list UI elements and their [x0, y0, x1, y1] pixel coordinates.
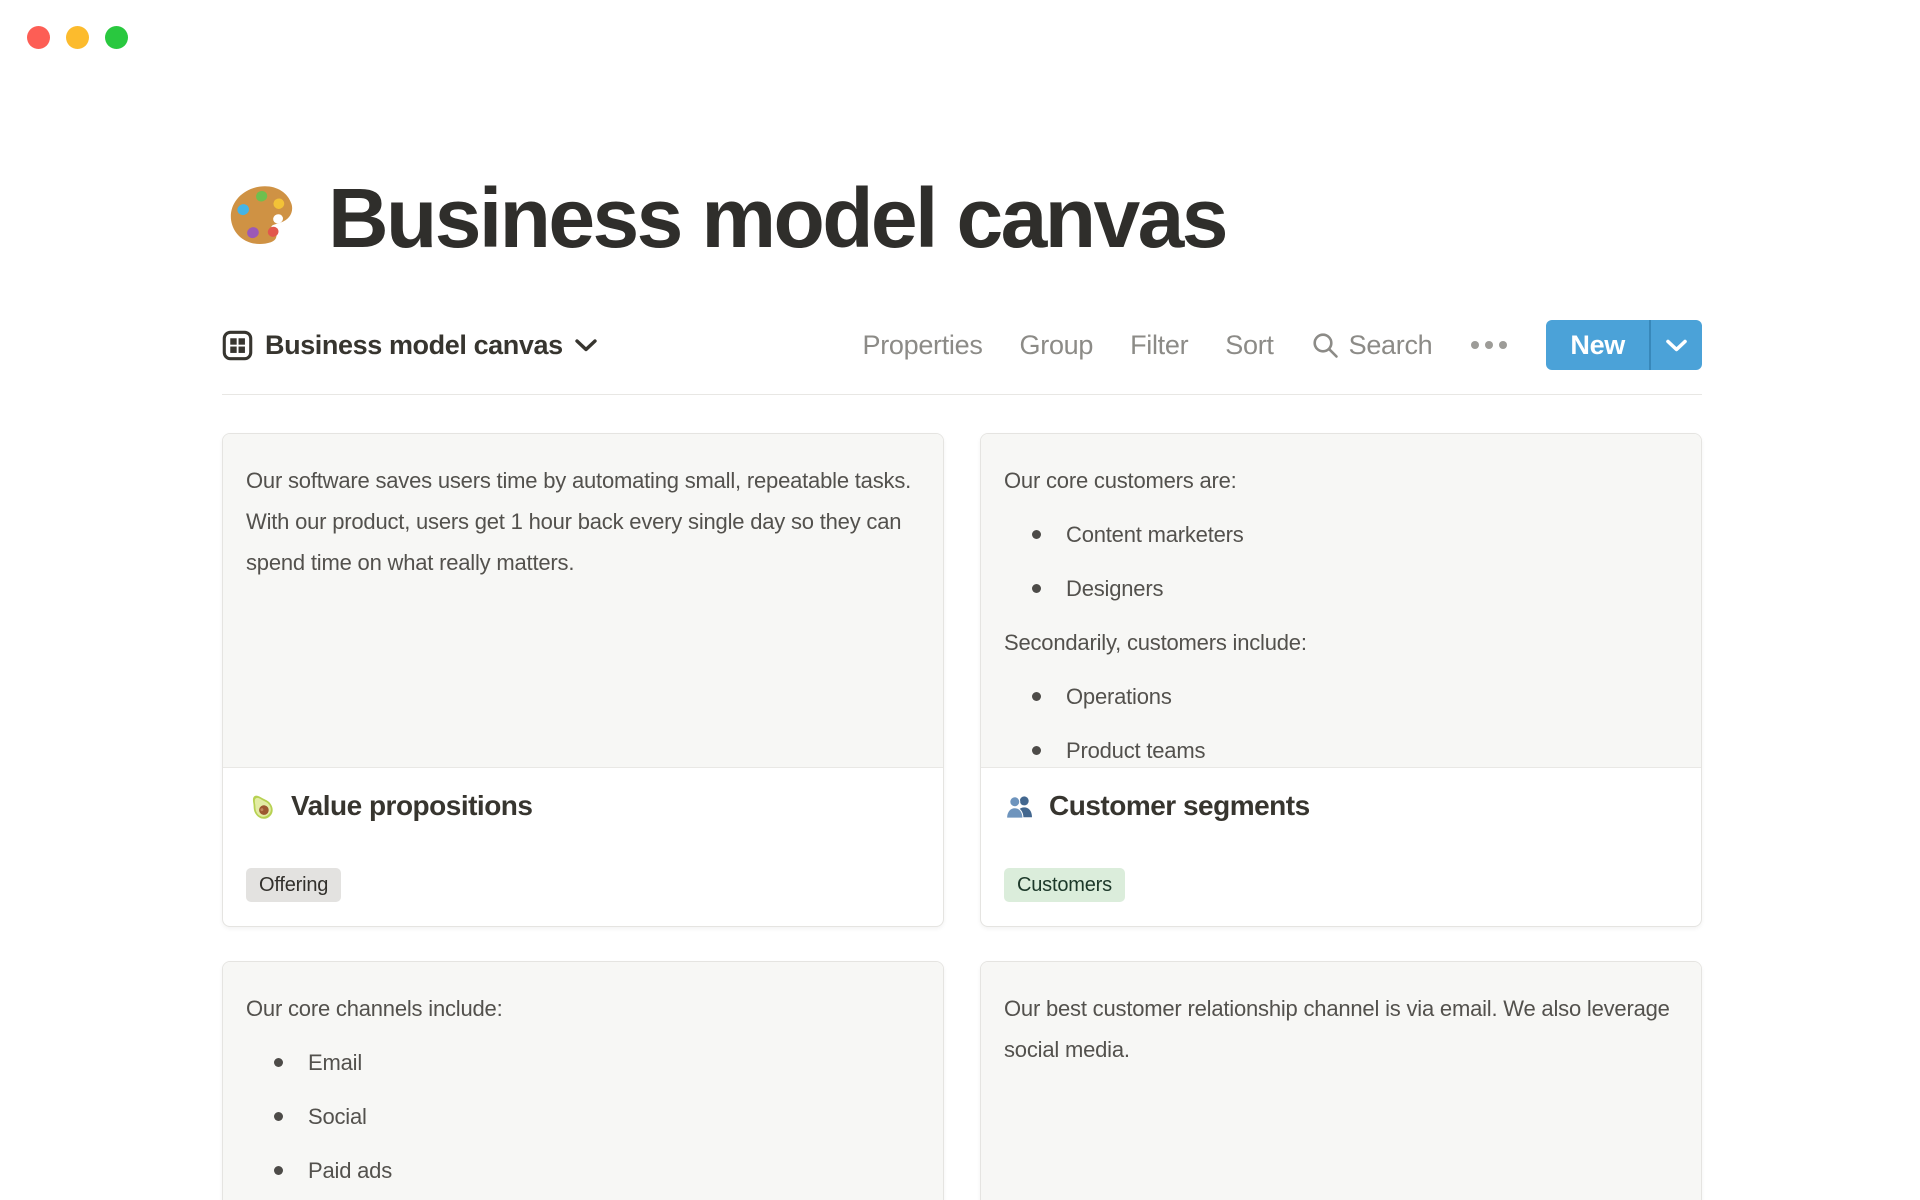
sort-button[interactable]: Sort — [1225, 330, 1274, 361]
card-title: Customer segments — [1049, 790, 1310, 821]
new-dropdown-button[interactable] — [1651, 320, 1702, 370]
group-button[interactable]: Group — [1020, 330, 1094, 361]
page-title: Business model canvas — [328, 170, 1228, 265]
gallery-grid: Our software saves users time by automat… — [222, 433, 1702, 1200]
ellipsis-icon[interactable] — [1469, 335, 1509, 355]
list-item-text: Operations — [1066, 684, 1172, 709]
toolbar-actions: Properties Group Filter Sort Search New — [862, 320, 1702, 370]
view-name: Business model canvas — [265, 329, 563, 360]
new-button-label[interactable]: New — [1546, 320, 1649, 370]
page-header: Business model canvas — [224, 166, 1228, 270]
bullet-icon — [1032, 530, 1041, 539]
bullet-icon — [274, 1166, 283, 1175]
card-preview: Our core customers are: Content marketers… — [981, 434, 1701, 768]
properties-button[interactable]: Properties — [862, 330, 982, 361]
view-toolbar: Business model canvas Properties Group F… — [222, 318, 1702, 372]
gallery-card[interactable]: Our software saves users time by automat… — [222, 433, 944, 927]
list-item-text: Product teams — [1066, 738, 1206, 763]
window-controls — [27, 26, 128, 49]
tag-badge: Customers — [1004, 868, 1125, 902]
bullet-icon — [1032, 692, 1041, 701]
search-label: Search — [1348, 329, 1433, 360]
list-item: Operations — [1004, 676, 1677, 717]
preview-paragraph: Our software saves users time by automat… — [246, 468, 912, 575]
gallery-card[interactable]: Our core customers are: Content marketers… — [980, 433, 1702, 927]
list-item: Social — [246, 1096, 919, 1137]
view-switcher[interactable]: Business model canvas — [222, 330, 597, 361]
card-preview: Our best customer relationship channel i… — [981, 962, 1701, 1200]
card-preview: Our core channels include: Email Social Pai… — [223, 962, 943, 1200]
minimize-button[interactable] — [66, 26, 89, 49]
list-item-text: Content marketers — [1066, 522, 1244, 547]
gallery-view-icon — [222, 330, 253, 361]
avocado-icon — [246, 791, 277, 822]
new-button[interactable]: New — [1546, 320, 1702, 370]
zoom-button[interactable] — [105, 26, 128, 49]
filter-button[interactable]: Filter — [1130, 330, 1189, 361]
app-window: Business model canvas Business model can… — [0, 0, 1920, 1200]
search-icon — [1311, 331, 1340, 360]
preview-paragraph: Our core customers are: — [1004, 468, 1237, 493]
bullet-icon — [1032, 746, 1041, 755]
card-title-row: Value propositions — [246, 790, 920, 822]
list-item: Email — [246, 1042, 919, 1083]
chevron-down-icon — [575, 338, 597, 352]
card-preview: Our software saves users time by automat… — [223, 434, 943, 768]
card-title: Value propositions — [291, 790, 533, 821]
preview-paragraph: Our core channels include: — [246, 996, 503, 1021]
list-item-text: Social — [308, 1104, 367, 1129]
palette-icon — [224, 179, 302, 257]
list-item: Paid ads — [246, 1150, 919, 1191]
card-title-row: Customer segments — [1004, 790, 1678, 822]
tag-badge: Offering — [246, 868, 342, 902]
list-item-text: Email — [308, 1050, 363, 1075]
bullet-icon — [274, 1112, 283, 1121]
toolbar-divider — [222, 394, 1702, 395]
preview-paragraph: Our best customer relationship channel i… — [1004, 996, 1670, 1062]
card-footer: Value propositions Offering — [223, 768, 943, 902]
list-item-text: Paid ads — [308, 1158, 393, 1183]
card-footer: Customer segments Customers — [981, 768, 1701, 902]
preview-paragraph: Secondarily, customers include: — [1004, 630, 1307, 655]
list-item: Designers — [1004, 568, 1677, 609]
list-item: Content marketers — [1004, 514, 1677, 555]
search-button[interactable]: Search — [1311, 330, 1433, 361]
list-item: Product teams — [1004, 730, 1677, 767]
bullet-icon — [1032, 584, 1041, 593]
close-button[interactable] — [27, 26, 50, 49]
people-icon — [1004, 791, 1035, 822]
list-item-text: Designers — [1066, 576, 1164, 601]
gallery-card[interactable]: Our best customer relationship channel i… — [980, 961, 1702, 1200]
gallery-card[interactable]: Our core channels include: Email Social Pai… — [222, 961, 944, 1200]
bullet-icon — [274, 1058, 283, 1067]
